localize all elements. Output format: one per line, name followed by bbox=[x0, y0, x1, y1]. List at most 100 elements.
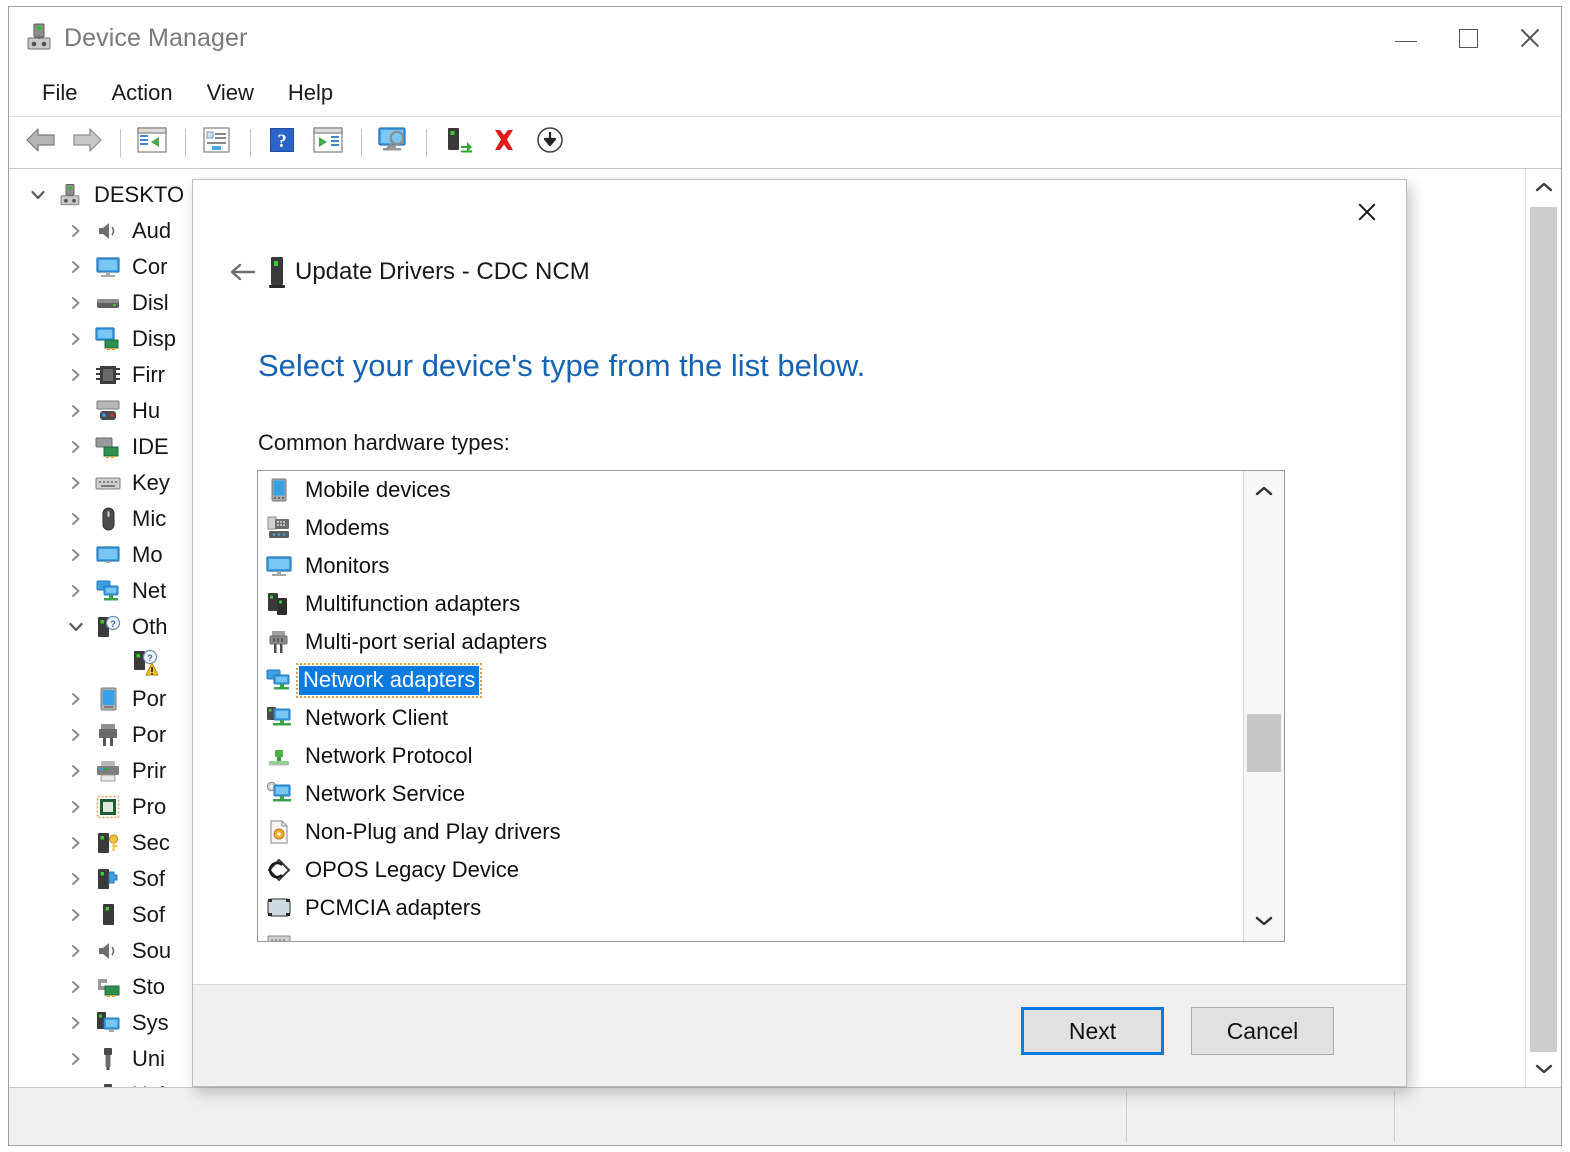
chevron-right-icon[interactable] bbox=[59, 933, 93, 969]
scroll-down-button[interactable] bbox=[1526, 1051, 1561, 1087]
chevron-right-icon[interactable] bbox=[59, 573, 93, 609]
list-item[interactable]: Non-Plug and Play drivers bbox=[258, 813, 1243, 851]
update-drivers-dialog: Update Drivers - CDC NCM Select your dev… bbox=[192, 179, 1407, 1087]
dialog-heading: Select your device's type from the list … bbox=[258, 348, 866, 383]
chevron-right-icon[interactable] bbox=[59, 537, 93, 573]
list-item[interactable]: Network Service bbox=[258, 775, 1243, 813]
multifunction-adapter-icon bbox=[264, 589, 294, 619]
list-item[interactable]: Network Protocol bbox=[258, 737, 1243, 775]
list-item[interactable]: PCMCIA adapters bbox=[258, 889, 1243, 927]
show-hide-console-tree-icon bbox=[137, 126, 167, 159]
scan-for-hardware-changes-button[interactable] bbox=[371, 123, 415, 163]
back-arrow-icon bbox=[228, 260, 262, 289]
list-item-partial[interactable] bbox=[258, 927, 1243, 941]
chevron-right-icon[interactable] bbox=[59, 429, 93, 465]
processor-icon bbox=[93, 792, 123, 822]
show-hide-action-pane-icon bbox=[313, 126, 343, 159]
menu-view[interactable]: View bbox=[190, 76, 271, 110]
chevron-right-icon[interactable] bbox=[59, 501, 93, 537]
chevron-right-icon[interactable] bbox=[59, 357, 93, 393]
chevron-right-icon[interactable] bbox=[59, 681, 93, 717]
next-button[interactable]: Next bbox=[1021, 1007, 1164, 1055]
chevron-right-icon[interactable] bbox=[59, 1077, 93, 1087]
chevron-right-icon[interactable] bbox=[59, 825, 93, 861]
pcmcia-icon bbox=[264, 893, 294, 923]
disk-drive-icon bbox=[93, 288, 123, 318]
chevron-right-icon[interactable] bbox=[59, 789, 93, 825]
uninstall-device-button[interactable] bbox=[482, 123, 526, 163]
dialog-close-button[interactable] bbox=[1338, 188, 1396, 236]
usb-icon bbox=[93, 1044, 123, 1074]
network-client-icon bbox=[264, 703, 294, 733]
list-item[interactable]: Multifunction adapters bbox=[258, 585, 1243, 623]
main-vertical-scrollbar[interactable] bbox=[1525, 169, 1561, 1087]
menu-action[interactable]: Action bbox=[94, 76, 189, 110]
chevron-down-icon[interactable] bbox=[21, 177, 55, 213]
menu-bar: File Action View Help bbox=[9, 69, 1561, 117]
update-driver-button[interactable] bbox=[436, 123, 480, 163]
listbox-scroll-down-button[interactable] bbox=[1244, 901, 1284, 941]
other-device-icon: ? bbox=[93, 612, 123, 642]
list-item[interactable]: Modems bbox=[258, 509, 1243, 547]
status-divider bbox=[1126, 1091, 1127, 1142]
scroll-up-button[interactable] bbox=[1526, 169, 1561, 205]
status-bar bbox=[9, 1087, 1561, 1145]
network-service-icon bbox=[264, 779, 294, 809]
chevron-down-icon[interactable] bbox=[59, 609, 93, 645]
chevron-right-icon[interactable] bbox=[59, 753, 93, 789]
chevron-right-icon[interactable] bbox=[59, 897, 93, 933]
tree-label: Sys bbox=[132, 1010, 169, 1035]
back-button[interactable] bbox=[19, 123, 63, 163]
cancel-button[interactable]: Cancel bbox=[1191, 1007, 1334, 1055]
list-item-network-adapters[interactable]: Network adapters bbox=[258, 661, 1243, 699]
chevron-right-icon[interactable] bbox=[59, 249, 93, 285]
tree-label: Por bbox=[132, 722, 167, 747]
scrollbar-thumb[interactable] bbox=[1530, 207, 1557, 1052]
chevron-right-icon[interactable] bbox=[59, 969, 93, 1005]
maximize-button[interactable] bbox=[1437, 7, 1499, 69]
list-item[interactable]: Network Client bbox=[258, 699, 1243, 737]
forward-icon bbox=[71, 126, 103, 159]
status-divider bbox=[1394, 1091, 1395, 1142]
hardware-types-listbox[interactable]: Mobile devices Modems Monitors Multifunc… bbox=[257, 470, 1285, 942]
chevron-right-icon[interactable] bbox=[59, 393, 93, 429]
listbox-scrollbar[interactable] bbox=[1243, 471, 1284, 941]
chevron-right-icon[interactable] bbox=[59, 717, 93, 753]
list-item-label: Network Service bbox=[305, 780, 466, 806]
chevron-right-icon[interactable] bbox=[59, 285, 93, 321]
chevron-right-icon[interactable] bbox=[59, 213, 93, 249]
minimize-button[interactable] bbox=[1375, 7, 1437, 69]
menu-help[interactable]: Help bbox=[271, 76, 350, 110]
title-bar: Device Manager bbox=[9, 7, 1561, 69]
listbox-scroll-up-button[interactable] bbox=[1244, 471, 1284, 511]
device-manager-icon bbox=[23, 21, 55, 53]
tree-label: Mo bbox=[132, 542, 163, 567]
chevron-right-icon[interactable] bbox=[59, 321, 93, 357]
portable-device-icon bbox=[93, 684, 123, 714]
tree-label: Key bbox=[132, 470, 170, 495]
svg-text:?: ? bbox=[277, 131, 287, 152]
properties-button[interactable] bbox=[195, 123, 239, 163]
disable-device-button[interactable] bbox=[528, 123, 572, 163]
help-button[interactable]: ? bbox=[260, 123, 304, 163]
list-item[interactable]: Monitors bbox=[258, 547, 1243, 585]
chevron-right-icon[interactable] bbox=[59, 1005, 93, 1041]
listbox-items: Mobile devices Modems Monitors Multifunc… bbox=[258, 471, 1243, 941]
driver-file-icon bbox=[264, 817, 294, 847]
chevron-right-icon[interactable] bbox=[59, 1041, 93, 1077]
chevron-right-icon[interactable] bbox=[59, 465, 93, 501]
show-hide-action-pane-button[interactable] bbox=[306, 123, 350, 163]
show-hide-console-tree-button[interactable] bbox=[130, 123, 174, 163]
list-item[interactable]: Mobile devices bbox=[258, 471, 1243, 509]
tree-label: Sec bbox=[132, 830, 170, 855]
close-button[interactable] bbox=[1499, 7, 1561, 69]
listbox-scrollbar-thumb[interactable] bbox=[1247, 714, 1281, 772]
menu-file[interactable]: File bbox=[25, 76, 94, 110]
printer-icon bbox=[93, 756, 123, 786]
hid-icon bbox=[93, 396, 123, 426]
storage-controller-icon bbox=[93, 972, 123, 1002]
forward-button[interactable] bbox=[65, 123, 109, 163]
list-item[interactable]: OPOS Legacy Device bbox=[258, 851, 1243, 889]
chevron-right-icon[interactable] bbox=[59, 861, 93, 897]
list-item[interactable]: Multi-port serial adapters bbox=[258, 623, 1243, 661]
